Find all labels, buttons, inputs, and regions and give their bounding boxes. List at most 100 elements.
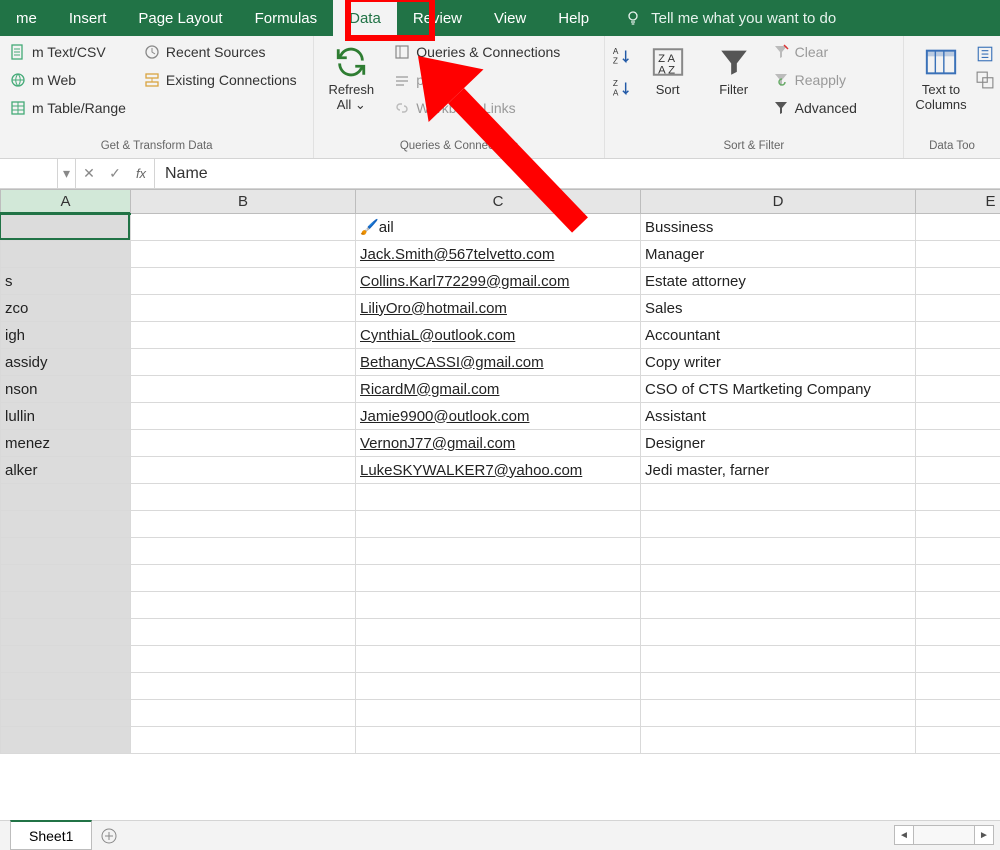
tab-help[interactable]: Help — [542, 0, 605, 36]
cell[interactable] — [916, 214, 1000, 241]
cell[interactable] — [916, 592, 1000, 619]
table-row[interactable]: sCollins.Karl772299@gmail.com Estate att… — [1, 268, 1000, 295]
cell[interactable]: Designer — [641, 430, 916, 457]
table-row[interactable] — [1, 727, 1000, 754]
tab-page-layout[interactable]: Page Layout — [122, 0, 238, 36]
cell[interactable] — [1, 727, 131, 754]
scroll-right-button[interactable]: ► — [974, 825, 994, 845]
cell[interactable]: nson — [1, 376, 131, 403]
fx-button[interactable]: fx — [128, 159, 154, 188]
cell[interactable]: zco — [1, 295, 131, 322]
cell[interactable]: Manager — [641, 241, 916, 268]
flash-fill-icon[interactable] — [976, 45, 994, 63]
cell[interactable] — [1, 538, 131, 565]
cancel-formula[interactable]: ✕ — [76, 159, 102, 188]
cell[interactable]: Accountant — [641, 322, 916, 349]
table-row[interactable]: lullinJamie9900@outlook.comAssistant — [1, 403, 1000, 430]
cell[interactable]: Sales — [641, 295, 916, 322]
cell[interactable] — [916, 403, 1000, 430]
cell[interactable]: Estate attorney — [641, 268, 916, 295]
table-row[interactable] — [1, 700, 1000, 727]
name-box-dropdown[interactable]: ▾ — [58, 159, 76, 188]
recent-sources[interactable]: Recent Sources — [140, 39, 301, 65]
cell[interactable] — [356, 592, 641, 619]
formula-input[interactable] — [154, 159, 1000, 188]
tab-view[interactable]: View — [478, 0, 542, 36]
cell[interactable] — [1, 214, 131, 241]
cell[interactable] — [641, 538, 916, 565]
table-row[interactable] — [1, 565, 1000, 592]
sort-asc-icon[interactable]: AZ — [611, 45, 633, 67]
cell[interactable] — [916, 511, 1000, 538]
tab-home-partial[interactable]: me — [0, 0, 53, 36]
cell[interactable] — [641, 565, 916, 592]
col-header-A[interactable]: A — [1, 190, 131, 214]
tab-review[interactable]: Review — [397, 0, 478, 36]
cell[interactable] — [356, 646, 641, 673]
cell[interactable] — [641, 673, 916, 700]
cell[interactable] — [1, 673, 131, 700]
cell[interactable] — [916, 565, 1000, 592]
col-header-E[interactable]: E — [916, 190, 1000, 214]
cell[interactable] — [356, 511, 641, 538]
table-row[interactable]: Jack.Smith@567telvetto.comManager — [1, 241, 1000, 268]
cell[interactable] — [916, 484, 1000, 511]
table-row[interactable] — [1, 484, 1000, 511]
cell[interactable] — [916, 673, 1000, 700]
cell[interactable] — [916, 619, 1000, 646]
table-row[interactable]: alker LukeSKYWALKER7@yahoo.comJedi master… — [1, 457, 1000, 484]
cell[interactable] — [1, 646, 131, 673]
cell[interactable] — [131, 511, 356, 538]
cell[interactable] — [1, 511, 131, 538]
table-row[interactable]: assidyBethanyCASSI@gmail.comCopy writer — [1, 349, 1000, 376]
cell[interactable]: Jack.Smith@567telvetto.com — [356, 241, 641, 268]
table-row[interactable]: 🖌️ailBussiness — [1, 214, 1000, 241]
table-row[interactable] — [1, 646, 1000, 673]
cell[interactable] — [916, 700, 1000, 727]
cell[interactable] — [641, 727, 916, 754]
cell[interactable]: s — [1, 268, 131, 295]
cell[interactable] — [916, 538, 1000, 565]
cell[interactable]: Jamie9900@outlook.com — [356, 403, 641, 430]
cell[interactable]: VernonJ77@gmail.com — [356, 430, 641, 457]
cell[interactable] — [916, 295, 1000, 322]
cell[interactable] — [1, 484, 131, 511]
cell[interactable] — [1, 592, 131, 619]
table-row[interactable] — [1, 538, 1000, 565]
table-row[interactable]: menezVernonJ77@gmail.comDesigner — [1, 430, 1000, 457]
cell[interactable] — [131, 457, 356, 484]
cell[interactable] — [131, 295, 356, 322]
cell[interactable] — [641, 619, 916, 646]
cell[interactable] — [131, 403, 356, 430]
cell[interactable]: CSO of CTS Martketing Company — [641, 376, 916, 403]
cell[interactable] — [356, 619, 641, 646]
cell[interactable]: LukeSKYWALKER7@yahoo.com — [356, 457, 641, 484]
cell[interactable] — [131, 538, 356, 565]
cell[interactable]: alker — [1, 457, 131, 484]
cell[interactable] — [916, 646, 1000, 673]
table-row[interactable] — [1, 619, 1000, 646]
cell[interactable] — [916, 241, 1000, 268]
cell[interactable]: Jedi master, farner — [641, 457, 916, 484]
sort-button[interactable]: Z AA Z Sort — [637, 39, 699, 121]
from-web[interactable]: m Web — [6, 67, 130, 93]
cell[interactable]: 🖌️ail — [356, 214, 641, 241]
cell[interactable] — [641, 511, 916, 538]
sheet-tab-active[interactable]: Sheet1 — [10, 820, 92, 850]
table-row[interactable] — [1, 511, 1000, 538]
cell[interactable] — [1, 700, 131, 727]
cell[interactable] — [131, 214, 356, 241]
table-row[interactable]: ighCynthiaL@outlook.comAccountant — [1, 322, 1000, 349]
spreadsheet-grid[interactable]: A B C D E 🖌️ailBussinessJack.Smith@567te… — [0, 189, 1000, 820]
text-to-columns[interactable]: Text to Columns — [910, 39, 972, 113]
cell[interactable] — [916, 457, 1000, 484]
cell[interactable]: lullin — [1, 403, 131, 430]
cell[interactable] — [916, 349, 1000, 376]
name-box[interactable] — [0, 159, 58, 188]
cell[interactable]: LiliyOro@hotmail.com — [356, 295, 641, 322]
col-header-B[interactable]: B — [131, 190, 356, 214]
existing-connections[interactable]: Existing Connections — [140, 67, 301, 93]
cell[interactable] — [131, 376, 356, 403]
cell[interactable] — [641, 646, 916, 673]
cell[interactable] — [356, 538, 641, 565]
